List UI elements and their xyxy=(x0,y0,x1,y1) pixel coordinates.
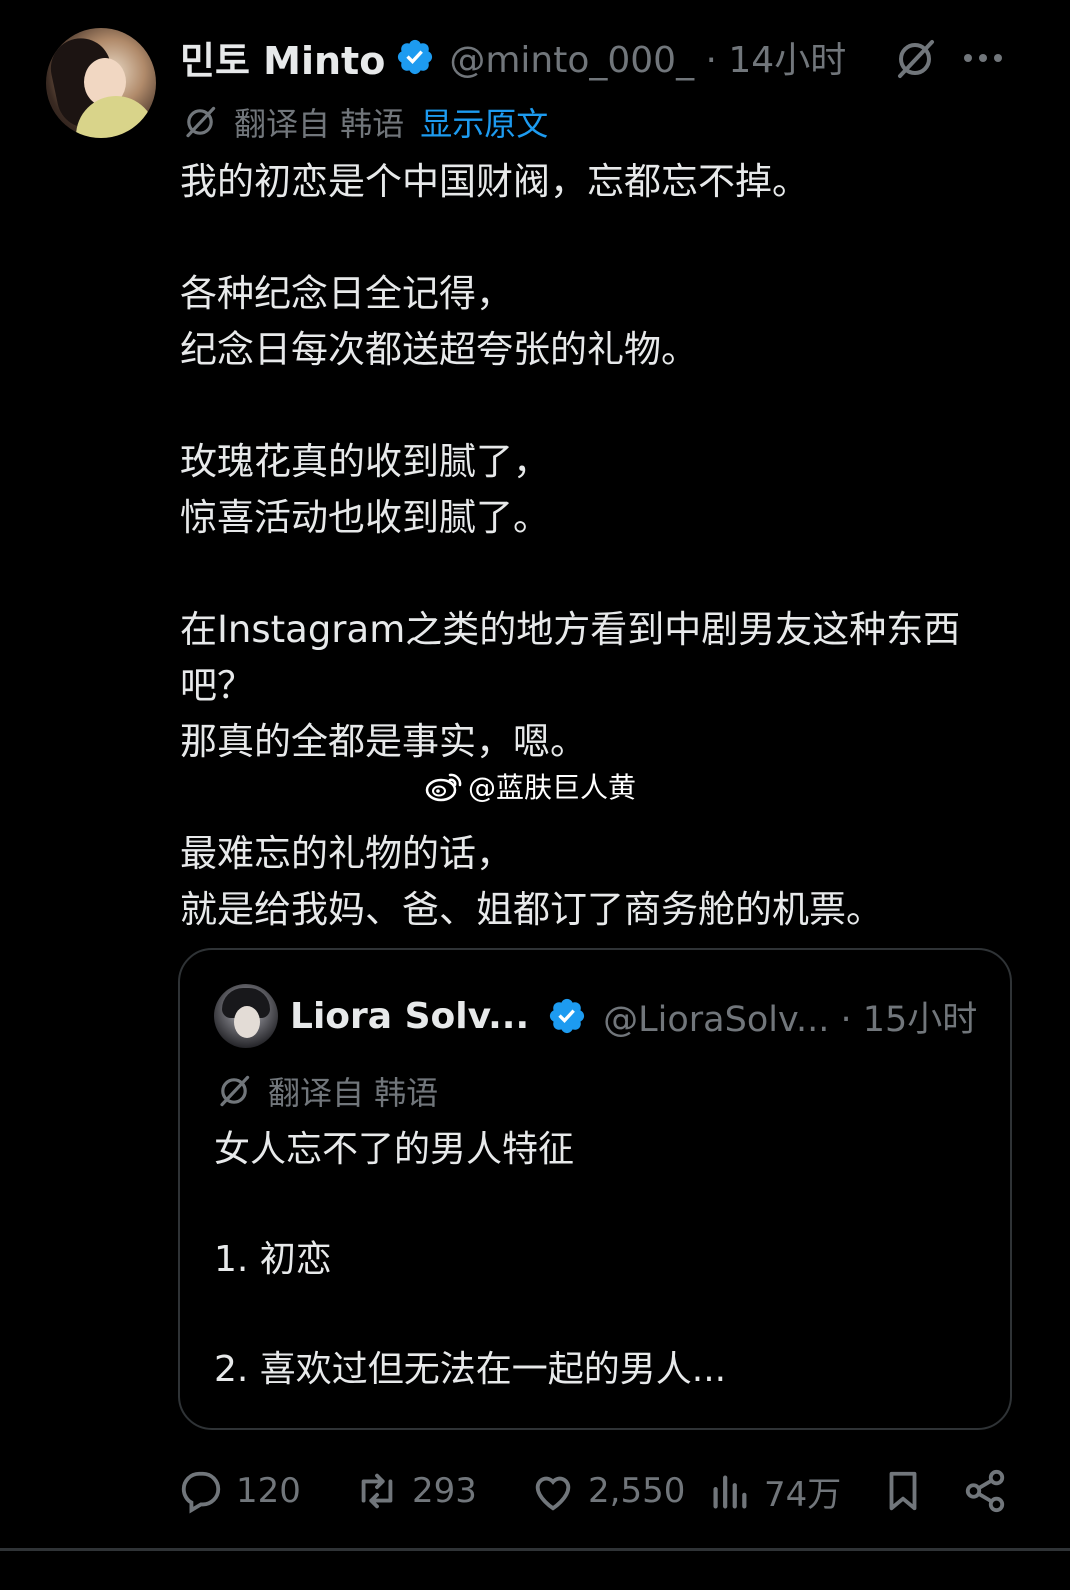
tweet-line: 在Instagram之类的地方看到中剧男友这种东西吧？ xyxy=(180,608,961,707)
weibo-watermark: @蓝肤巨人黄 xyxy=(424,768,636,804)
views-icon xyxy=(713,1475,747,1509)
share-button[interactable] xyxy=(962,1466,1020,1516)
verified-badge-icon xyxy=(550,998,585,1034)
tweet-line: 就是给我妈、爸、姐都订了商务舱的机票。 xyxy=(180,888,883,931)
tweet-paragraph: 各种纪念日全记得， 纪念日每次都送超夸张的礼物。 xyxy=(180,266,1020,378)
quoted-author-avatar xyxy=(214,984,278,1048)
quoted-translated-from-label: 翻译自 韩语 xyxy=(268,1074,439,1112)
repost-count: 293 xyxy=(412,1471,477,1511)
view-count: 74万 xyxy=(764,1474,842,1515)
like-button[interactable]: 2,550 xyxy=(530,1466,685,1516)
show-original-link[interactable]: 显示原文 xyxy=(420,99,548,145)
tweet-action-bar: 120 293 2,550 74万 xyxy=(178,1466,1018,1516)
tweet-line: 惊喜活动也收到腻了。 xyxy=(180,496,550,539)
grok-icon[interactable] xyxy=(890,34,940,84)
quoted-tweet-card[interactable]: Liora Solv... @LioraSolv... · 15小时 翻译自 韩… xyxy=(178,948,1012,1430)
quoted-author-display-name: Liora Solv... xyxy=(290,995,530,1037)
share-icon xyxy=(965,1469,1005,1513)
tweet-line: 玫瑰花真的收到腻了， xyxy=(180,440,550,483)
like-icon xyxy=(535,1476,571,1511)
watermark-text: @蓝肤巨人黄 xyxy=(468,771,637,804)
quoted-tweet-body: 女人忘不了的男人特征 1. 初恋 2. 喜欢过但无法在一起的男人... xyxy=(214,1122,984,1397)
quoted-paragraph: 女人忘不了的男人特征 xyxy=(214,1129,575,1170)
quoted-paragraph: 2. 喜欢过但无法在一起的男人... xyxy=(214,1349,727,1390)
reply-button[interactable]: 120 xyxy=(178,1466,301,1516)
quoted-tweet-header: Liora Solv... @LioraSolv... · 15小时 xyxy=(290,992,977,1040)
author-display-name[interactable]: 민토 Minto xyxy=(180,30,385,85)
bookmark-icon xyxy=(889,1471,917,1511)
tweet-line: 纪念日每次都送超夸张的礼物。 xyxy=(180,328,698,371)
reply-count: 120 xyxy=(236,1471,301,1511)
like-count: 2,550 xyxy=(588,1471,686,1511)
weibo-logo-icon xyxy=(425,773,462,802)
translated-from-label: 翻译自 韩语 xyxy=(234,105,405,143)
repost-button[interactable]: 293 xyxy=(354,1466,477,1516)
tweet-paragraph: 玫瑰花真的收到腻了， 惊喜活动也收到腻了。 xyxy=(180,434,1020,546)
bookmark-button[interactable] xyxy=(880,1466,938,1516)
more-options-icon[interactable] xyxy=(964,54,1002,62)
reply-icon xyxy=(181,1471,221,1514)
tweet-line: 最难忘的礼物的话， xyxy=(180,832,513,875)
tweet-header: 민토 Minto @minto_000_ · 14小时 xyxy=(180,30,846,85)
tweet-paragraph: 在Instagram之类的地方看到中剧男友这种东西吧？ 那真的全都是事实，嗯。 xyxy=(180,602,1020,770)
tweet-paragraph: 最难忘的礼物的话， 就是给我妈、爸、姐都订了商务舱的机票。 xyxy=(180,826,1020,938)
translate-icon xyxy=(220,1075,250,1107)
verified-badge-icon xyxy=(398,39,433,75)
quoted-translation-notice: 翻译自 韩语 xyxy=(214,1070,438,1112)
quoted-paragraph: 1. 初恋 xyxy=(214,1239,332,1280)
tweet-paragraph: 我的初恋是个中国财阀，忘都忘不掉。 xyxy=(180,154,1020,210)
tweet-line: 我的初恋是个中国财阀，忘都忘不掉。 xyxy=(180,160,809,203)
views-button[interactable]: 74万 xyxy=(706,1466,841,1516)
tweet-line: 那真的全都是事实，嗯。 xyxy=(180,720,587,763)
tweet-body: 我的初恋是个中国财阀，忘都忘不掉。 各种纪念日全记得， 纪念日每次都送超夸张的礼… xyxy=(180,154,1020,938)
translate-icon xyxy=(186,106,216,138)
author-avatar[interactable] xyxy=(46,28,156,138)
repost-icon xyxy=(361,1473,393,1509)
translation-notice: 翻译自 韩语 显示原文 xyxy=(180,100,548,144)
quoted-handle-and-time: @LioraSolv... · 15小时 xyxy=(603,999,978,1040)
divider xyxy=(0,1548,1070,1551)
author-handle-and-time[interactable]: @minto_000_ · 14小时 xyxy=(449,31,846,83)
tweet-line: 各种纪念日全记得， xyxy=(180,272,513,315)
